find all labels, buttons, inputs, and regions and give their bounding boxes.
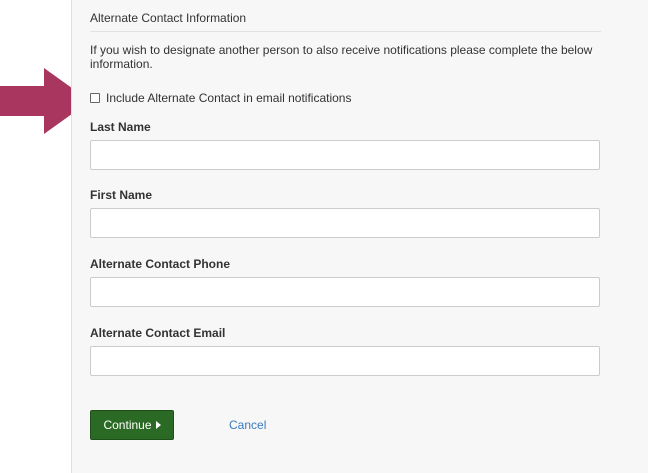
continue-button[interactable]: Continue — [90, 410, 174, 440]
last-name-label: Last Name — [90, 120, 151, 134]
page: Alternate Contact Information If you wis… — [0, 0, 648, 473]
alternate-contact-email-input[interactable] — [90, 346, 600, 376]
include-alternate-contact-checkbox[interactable] — [90, 93, 100, 103]
continue-button-label: Continue — [103, 418, 152, 432]
cancel-link[interactable]: Cancel — [229, 418, 266, 432]
last-name-input[interactable] — [90, 140, 600, 170]
alternate-contact-phone-input[interactable] — [90, 277, 600, 307]
alternate-contact-email-label: Alternate Contact Email — [90, 326, 226, 340]
alternate-contact-phone-label: Alternate Contact Phone — [90, 257, 231, 271]
first-name-input[interactable] — [90, 208, 600, 238]
alternate-contact-panel: Alternate Contact Information If you wis… — [71, 0, 648, 473]
first-name-label: First Name — [90, 188, 153, 202]
section-title: Alternate Contact Information — [90, 11, 601, 32]
include-alternate-contact-label: Include Alternate Contact in email notif… — [106, 91, 352, 105]
caret-right-icon — [155, 421, 161, 429]
include-alternate-contact-row[interactable]: Include Alternate Contact in email notif… — [90, 91, 351, 105]
section-intro: If you wish to designate another person … — [90, 43, 593, 71]
